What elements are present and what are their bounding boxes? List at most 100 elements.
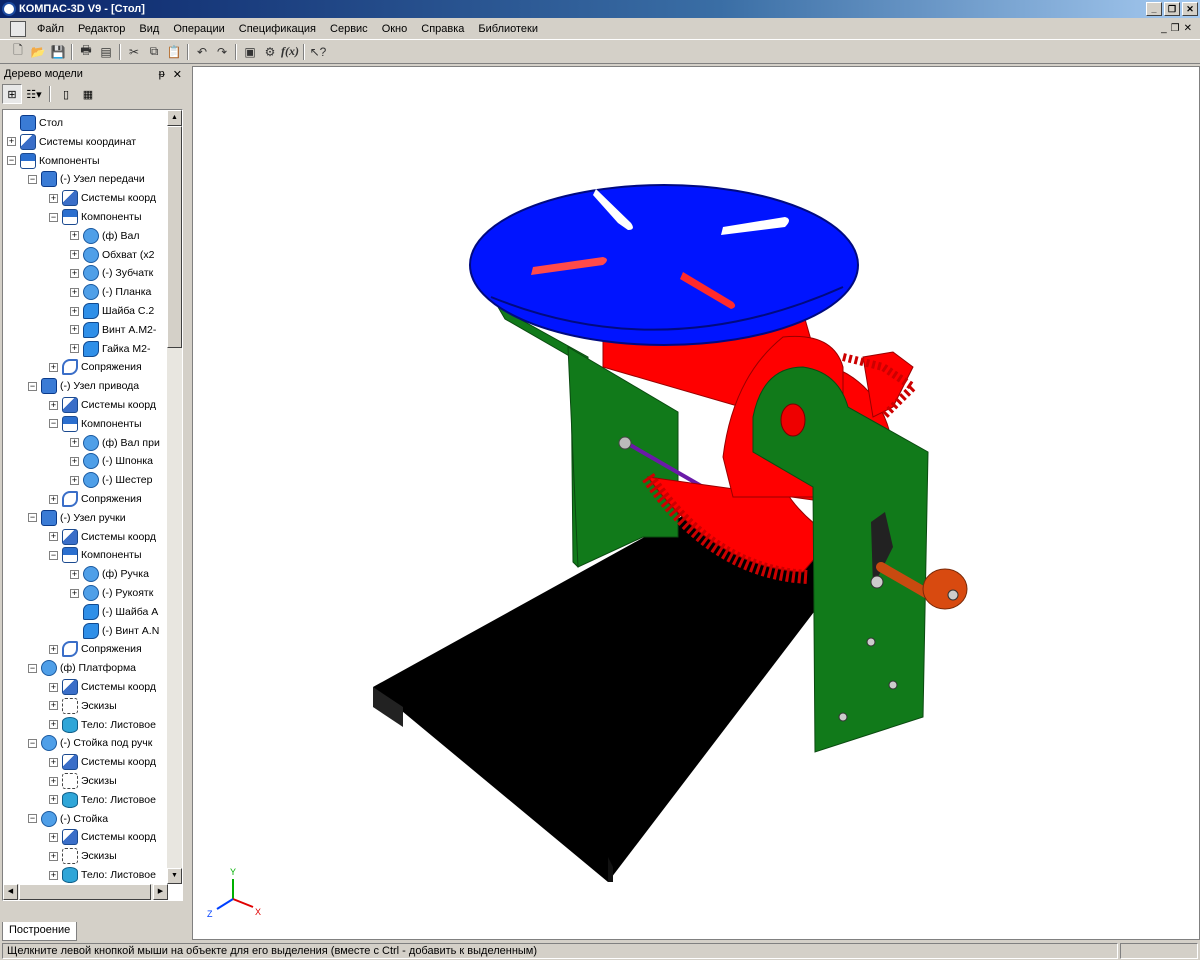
tree-node[interactable]: + (ф) Вал	[70, 227, 140, 245]
expand-toggle[interactable]: −	[7, 156, 16, 166]
expand-toggle[interactable]: +	[70, 569, 79, 579]
panel-close-icon[interactable]: ✕	[173, 68, 182, 81]
tree-node[interactable]: − Компоненты	[49, 208, 142, 226]
expand-toggle[interactable]: +	[49, 870, 58, 880]
expand-toggle[interactable]: +	[49, 757, 58, 767]
tree-node[interactable]: + Сопряжения	[49, 490, 142, 508]
expand-toggle[interactable]: +	[49, 400, 58, 410]
menu-service[interactable]: Сервис	[323, 23, 375, 35]
copy-icon[interactable]: ⧉	[144, 43, 164, 61]
expand-toggle[interactable]: −	[49, 550, 58, 560]
tree-node[interactable]: − Компоненты	[49, 546, 142, 564]
expand-toggle[interactable]: +	[49, 682, 58, 692]
expand-toggle[interactable]: +	[70, 306, 79, 316]
menu-libraries[interactable]: Библиотеки	[471, 23, 545, 35]
pin-icon[interactable]: ᵽ	[159, 68, 165, 81]
menu-specification[interactable]: Спецификация	[232, 23, 323, 35]
paste-icon[interactable]: 📋	[164, 43, 184, 61]
model-viewport[interactable]: Y X Z	[192, 66, 1200, 940]
mdi-close-button[interactable]: ✕	[1184, 23, 1192, 34]
expand-toggle[interactable]: +	[70, 268, 79, 278]
tree-node[interactable]: (-) Винт А.N	[70, 622, 159, 640]
tree-node[interactable]: + Тело: Листовое	[49, 866, 156, 884]
menu-operations[interactable]: Операции	[166, 23, 231, 35]
tree-node[interactable]: − (-) Узел ручки	[28, 509, 126, 527]
tree-node[interactable]: + (-) Планка	[70, 283, 151, 301]
redo-icon[interactable]: ↷	[212, 43, 232, 61]
menu-window[interactable]: Окно	[375, 23, 415, 35]
expand-toggle[interactable]: −	[28, 814, 37, 824]
vertical-scrollbar[interactable]: ▲ ▼	[167, 110, 182, 884]
tree-node[interactable]: + Эскизы	[49, 847, 117, 865]
tree-node[interactable]: + Системы коорд	[49, 678, 156, 696]
expand-toggle[interactable]: +	[70, 250, 79, 260]
expand-toggle[interactable]: +	[70, 344, 79, 354]
scroll-left-button[interactable]: ◀	[3, 884, 18, 900]
preview-icon[interactable]: ▤	[96, 43, 116, 61]
tree-node[interactable]: + Системы коорд	[49, 396, 156, 414]
tree-node[interactable]: + Системы коорд	[49, 828, 156, 846]
scroll-up-button[interactable]: ▲	[167, 110, 182, 126]
tree-filter-icon[interactable]: ▦	[78, 84, 98, 104]
expand-toggle[interactable]: +	[49, 701, 58, 711]
scroll-down-button[interactable]: ▼	[167, 868, 182, 884]
expand-toggle[interactable]: +	[49, 532, 58, 542]
tree-node[interactable]: + Сопряжения	[49, 640, 142, 658]
table-top[interactable]	[469, 184, 859, 346]
tree-node[interactable]: + Эскизы	[49, 772, 117, 790]
tree-node[interactable]: + Обхват (x2	[70, 246, 154, 264]
tree-node[interactable]: + (-) Зубчатк	[70, 264, 153, 282]
tree-node[interactable]: + (-) Шестер	[70, 471, 153, 489]
tree-node[interactable]: − Компоненты	[49, 415, 142, 433]
horizontal-scrollbar[interactable]: ◀ ▶	[3, 884, 168, 900]
menu-file[interactable]: Файл	[30, 23, 71, 35]
tree-node[interactable]: + Системы коорд	[49, 528, 156, 546]
expand-toggle[interactable]: +	[7, 137, 16, 147]
expand-toggle[interactable]: +	[49, 776, 58, 786]
new-icon[interactable]: 🗋	[8, 43, 28, 61]
scroll-thumb[interactable]	[167, 126, 182, 348]
tree-node[interactable]: + Шайба С.2	[70, 302, 154, 320]
tab-build[interactable]: Построение	[2, 922, 78, 941]
expand-toggle[interactable]: −	[49, 212, 58, 222]
tree-node[interactable]: Стол	[7, 114, 63, 132]
menu-edit[interactable]: Редактор	[71, 23, 132, 35]
tree-node[interactable]: + (-) Рукоятк	[70, 584, 153, 602]
mdi-restore-button[interactable]: ❐	[1171, 23, 1180, 34]
manager-icon[interactable]: ▣	[240, 43, 260, 61]
minimize-button[interactable]: _	[1146, 2, 1162, 16]
tree-node[interactable]: + (ф) Вал при	[70, 434, 160, 452]
expand-toggle[interactable]: +	[49, 193, 58, 203]
tree-node[interactable]: − (-) Стойка	[28, 810, 108, 828]
tree-node[interactable]: − (-) Узел привода	[28, 377, 139, 395]
cut-icon[interactable]: ✂	[124, 43, 144, 61]
restore-button[interactable]: ❐	[1164, 2, 1180, 16]
tree-node[interactable]: + Тело: Листовое	[49, 791, 156, 809]
hscroll-thumb[interactable]	[19, 884, 151, 900]
expand-toggle[interactable]: −	[28, 663, 37, 673]
tree-node[interactable]: − (-) Стойка под ручк	[28, 734, 152, 752]
expand-toggle[interactable]: +	[70, 475, 79, 485]
expand-toggle[interactable]: +	[49, 832, 58, 842]
model-view-canvas[interactable]: Y X Z	[193, 67, 1199, 939]
menu-view[interactable]: Вид	[132, 23, 166, 35]
save-icon[interactable]: 💾	[48, 43, 68, 61]
expand-toggle[interactable]: −	[28, 738, 37, 748]
scroll-right-button[interactable]: ▶	[153, 884, 168, 900]
tree-node[interactable]: − Компоненты	[7, 152, 100, 170]
expand-toggle[interactable]: +	[70, 287, 79, 297]
tree-properties-icon[interactable]: ▯	[56, 84, 76, 104]
expand-toggle[interactable]: +	[49, 795, 58, 805]
expand-toggle[interactable]: +	[70, 588, 79, 598]
tree-node[interactable]: + (ф) Ручка	[70, 565, 149, 583]
variables-icon[interactable]: ⚙	[260, 43, 280, 61]
close-button[interactable]: ✕	[1182, 2, 1198, 16]
tree-node[interactable]: + Винт А.М2-	[70, 321, 156, 339]
tree-node[interactable]: + Системы коорд	[49, 753, 156, 771]
tree-node[interactable]: + (-) Шпонка	[70, 452, 153, 470]
expand-toggle[interactable]: +	[70, 456, 79, 466]
expand-toggle[interactable]: +	[70, 325, 79, 335]
expand-toggle[interactable]: +	[49, 362, 58, 372]
expand-toggle[interactable]: −	[28, 513, 37, 523]
expand-toggle[interactable]: +	[49, 851, 58, 861]
